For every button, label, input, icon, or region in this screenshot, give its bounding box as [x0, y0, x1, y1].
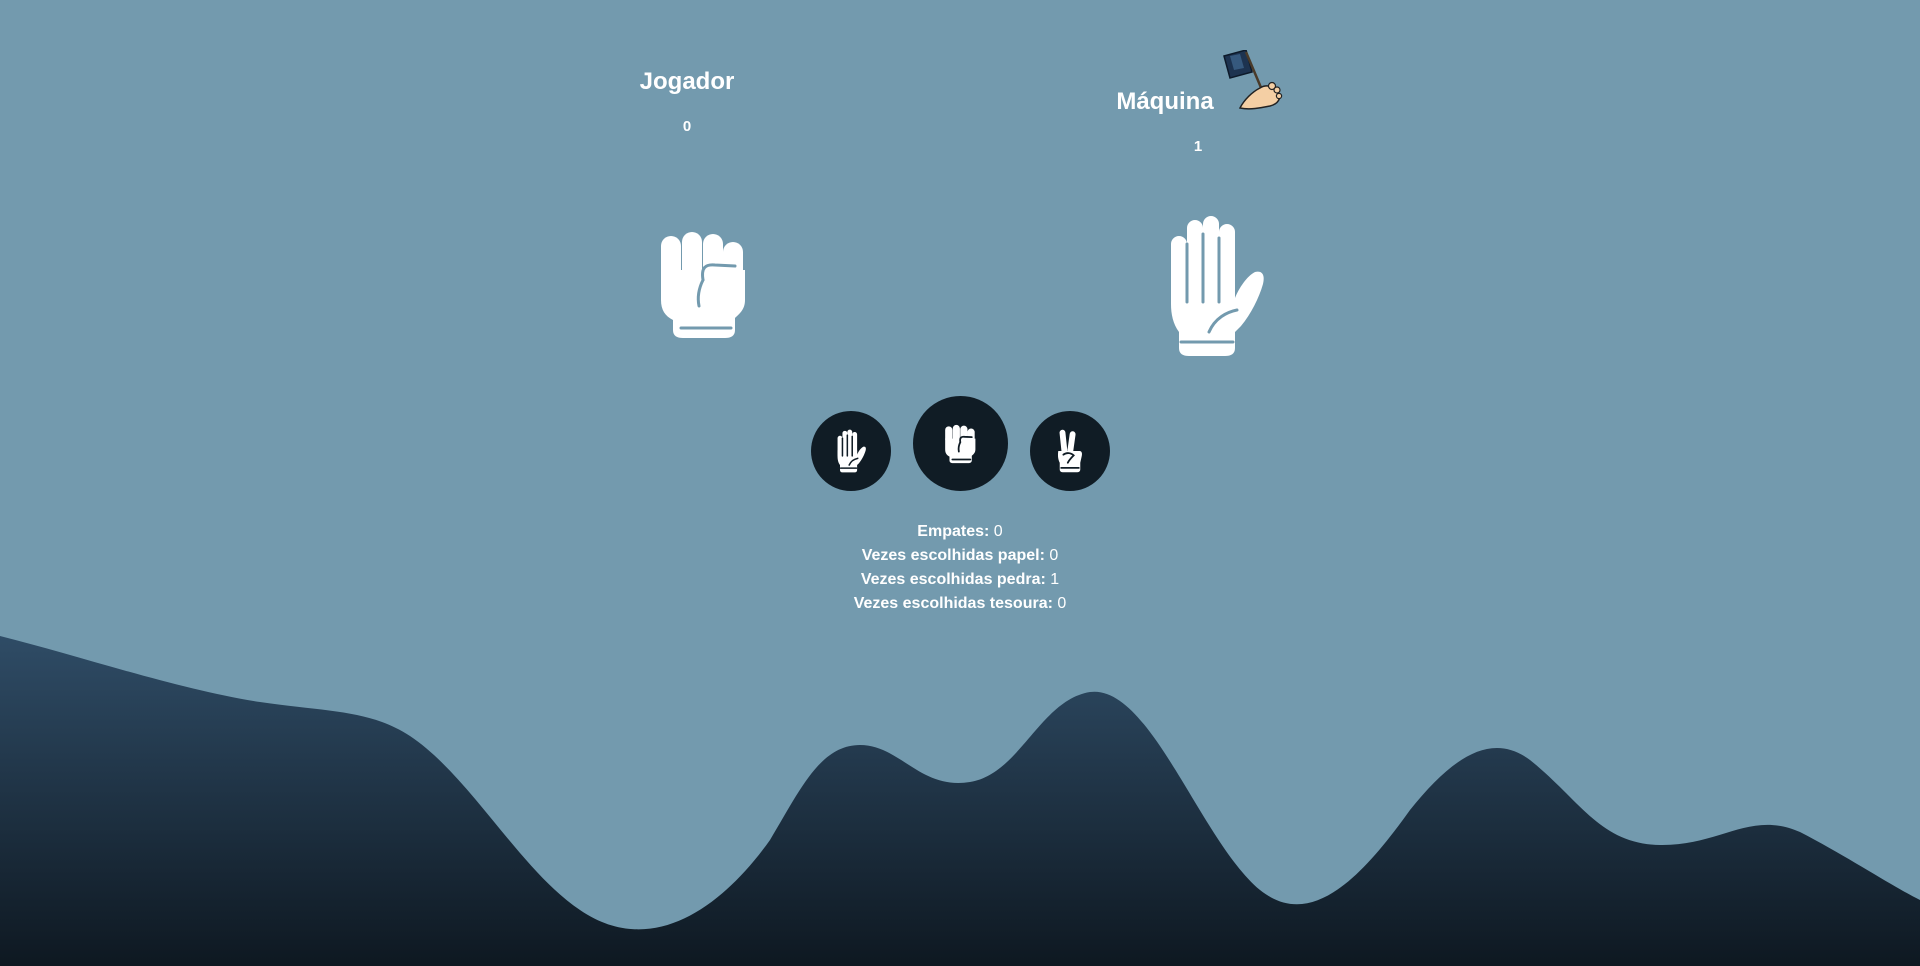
stat-paper: Vezes escolhidas papel: 0	[760, 544, 1160, 568]
player-rock-fist-icon	[661, 232, 745, 338]
flag-foot-icon	[1223, 50, 1283, 110]
stat-rock: Vezes escolhidas pedra: 1	[760, 568, 1160, 592]
stat-rock-value: 1	[1050, 571, 1060, 588]
stat-ties-label: Empates:	[917, 523, 990, 540]
player-score: 0	[682, 118, 692, 135]
game-stage: Jogador 0 Máquina 1 Empates: 0 Vezes esc…	[0, 0, 1920, 966]
machine-paper-hand-icon	[1171, 216, 1264, 356]
stat-ties-value: 0	[993, 523, 1003, 540]
stat-ties: Empates: 0	[760, 520, 1160, 544]
stat-rock-label: Vezes escolhidas pedra:	[860, 571, 1046, 588]
stats-panel: Empates: 0 Vezes escolhidas papel: 0 Vez…	[760, 520, 1160, 616]
stat-paper-value: 0	[1049, 547, 1059, 564]
paper-hand-icon	[837, 429, 866, 473]
stat-scissors: Vezes escolhidas tesoura: 0	[760, 592, 1160, 616]
rock-fist-icon	[944, 424, 975, 463]
choose-paper-button[interactable]	[811, 411, 891, 491]
player-name: Jogador	[639, 68, 735, 95]
machine-score: 1	[1193, 138, 1203, 155]
choose-rock-button[interactable]	[913, 396, 1008, 491]
stat-paper-label: Vezes escolhidas papel:	[861, 547, 1045, 564]
scissors-hand-icon	[1057, 429, 1083, 473]
stat-scissors-label: Vezes escolhidas tesoura:	[853, 595, 1053, 612]
stat-scissors-value: 0	[1057, 595, 1067, 612]
choose-scissors-button[interactable]	[1030, 411, 1110, 491]
